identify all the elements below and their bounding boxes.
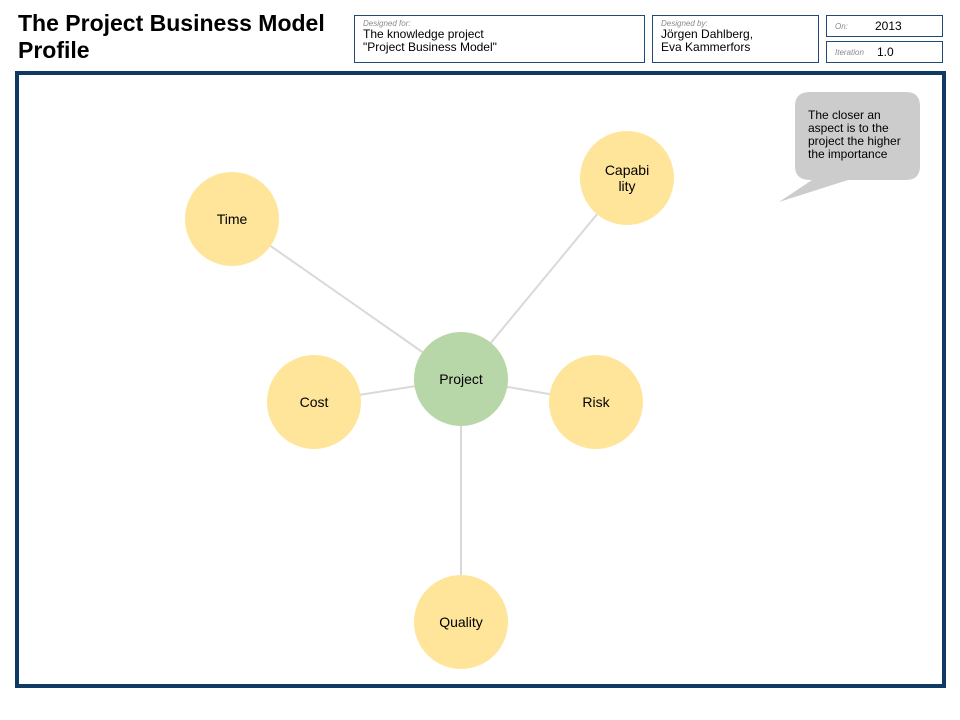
aspect-node-capability: Capability	[580, 131, 674, 225]
aspect-label: lity	[618, 178, 635, 194]
project-node: Project	[414, 332, 508, 426]
nodes: Time Capability Cost Risk Quality Project	[185, 131, 674, 669]
aspect-node-risk: Risk	[549, 355, 643, 449]
aspect-label: Time	[217, 211, 248, 227]
callout-text: The closer an aspect is to the project t…	[808, 109, 918, 161]
aspect-label: Quality	[439, 614, 483, 630]
aspect-label: Cost	[300, 394, 329, 410]
aspect-node-quality: Quality	[414, 575, 508, 669]
project-label: Project	[439, 371, 483, 387]
aspect-label: Risk	[582, 394, 610, 410]
aspect-node-time: Time	[185, 172, 279, 266]
callout-line: the importance	[808, 147, 888, 161]
aspect-node-cost: Cost	[267, 355, 361, 449]
aspect-label: Capabi	[605, 162, 649, 178]
